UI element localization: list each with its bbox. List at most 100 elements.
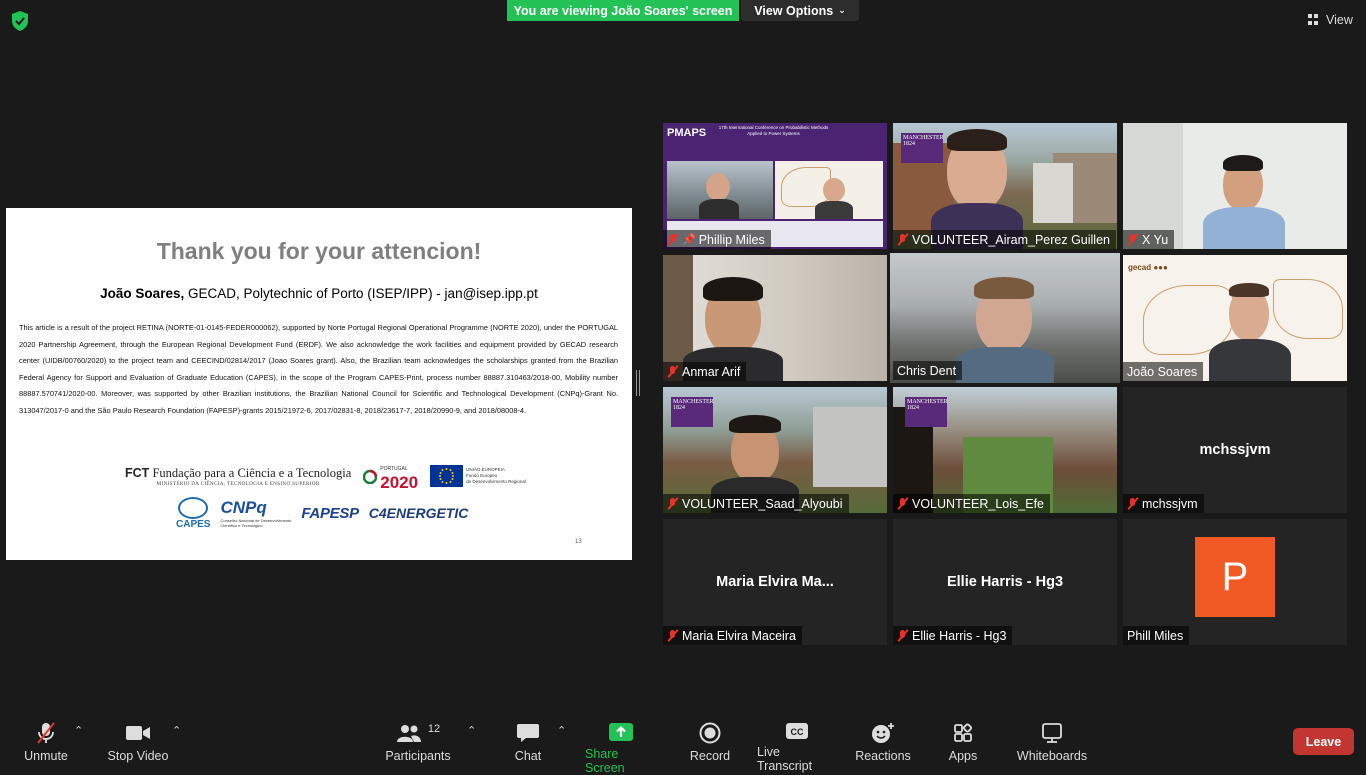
c4energetic-logo: C4ENERGETIC <box>368 505 469 521</box>
video-tile-lois-efe[interactable]: MANCHESTER 1824 VOLUNTEER_Lois_Efe <box>893 387 1117 513</box>
video-tile-ellie-harris[interactable]: Ellie Harris - Hg3 Ellie Harris - Hg3 <box>893 519 1117 645</box>
cnpq-label: CNPq <box>220 498 267 517</box>
participant-nametag: Phill Miles <box>1123 626 1190 645</box>
participants-icon <box>396 725 421 742</box>
whiteboard-icon <box>1041 722 1063 744</box>
pt2020-label: 2020 <box>380 473 419 492</box>
eu-flag-icon <box>430 465 464 487</box>
participant-name: Phill Miles <box>1127 628 1184 643</box>
apps-button[interactable]: Apps <box>943 712 983 768</box>
participant-name: Ellie Harris - Hg3 <box>912 628 1007 643</box>
video-tile-phill-miles[interactable]: P Phill Miles <box>1123 519 1347 645</box>
slide-page-number: 13 <box>575 539 582 545</box>
video-tile-anmar-arif[interactable]: Anmar Arif <box>663 255 887 381</box>
participant-name: Maria Elvira Maceira <box>682 628 796 643</box>
participant-display-name: Maria Elvira Ma... <box>716 574 834 590</box>
participant-display-name: Ellie Harris - Hg3 <box>946 574 1064 590</box>
slide-title: Thank you for your attencion! <box>156 238 482 264</box>
participant-nametag: X Yu <box>1123 230 1175 249</box>
video-tile-mchssjvm[interactable]: mchssjvm mchssjvm <box>1123 387 1347 513</box>
view-button[interactable]: View <box>1302 8 1359 32</box>
muted-mic-icon <box>897 497 909 510</box>
pmaps-conference-title: 17th International Conference on Probabi… <box>718 125 829 136</box>
cnpq-logo: CNPq Conselho Nacional de Desenvolviment… <box>220 498 291 528</box>
video-tile-chris-dent[interactable]: Chris Dent <box>890 253 1120 383</box>
manchester-logo: MANCHESTER 1824 <box>905 397 948 427</box>
muted-mic-icon <box>667 233 679 246</box>
participant-nametag: VOLUNTEER_Saad_Alyoubi <box>663 494 849 513</box>
video-options-caret[interactable]: ⌃ <box>172 724 181 737</box>
author-name: João Soares, <box>100 286 185 301</box>
view-label: View <box>1326 13 1353 27</box>
slide-author: João Soares, GECAD, Polytechnic of Porto… <box>6 286 632 301</box>
live-transcript-button[interactable]: CC Live Transcript <box>757 712 837 773</box>
chat-options-caret[interactable]: ⌃ <box>557 724 566 737</box>
participant-nametag: Chris Dent <box>893 361 963 380</box>
stop-video-label: Stop Video <box>107 749 169 763</box>
stop-video-button[interactable]: Stop Video <box>104 712 172 768</box>
participant-name: Anmar Arif <box>682 364 741 379</box>
participant-name: Chris Dent <box>897 363 957 378</box>
leave-button[interactable]: Leave <box>1293 728 1354 755</box>
participant-name: X Yu <box>1142 232 1169 247</box>
unmute-label: Unmute <box>24 749 68 763</box>
participant-nametag: VOLUNTEER_Lois_Efe <box>893 494 1051 513</box>
participant-nametag: João Soares <box>1123 362 1204 381</box>
fct-logo: FCT Fundação para a Ciência e a Tecnolog… <box>125 466 351 487</box>
shared-screen: Thank you for your attencion! João Soare… <box>6 208 632 560</box>
participant-display-name: mchssjvm <box>1199 442 1271 458</box>
participants-label: Participants <box>385 749 451 763</box>
participant-nametag: mchssjvm <box>1123 494 1204 513</box>
capes-logo: CAPES <box>176 496 210 530</box>
slide-acknowledgement: This article is a result of the project … <box>19 323 618 415</box>
chat-button[interactable]: Chat <box>508 712 548 768</box>
fct-abbr: FCT <box>125 465 150 480</box>
participants-button[interactable]: 12 Participants <box>385 712 451 768</box>
participant-nametag: Maria Elvira Maceira <box>663 626 802 645</box>
reaction-smiley-icon <box>871 722 895 744</box>
manchester-logo: MANCHESTER 1824 <box>901 133 944 163</box>
participant-name: VOLUNTEER_Saad_Alyoubi <box>682 496 843 511</box>
video-tile-airam[interactable]: MANCHESTER 1824 VOLUNTEER_Airam_Perez Gu… <box>893 123 1117 249</box>
reactions-label: Reactions <box>855 749 911 763</box>
eu-text-3: de Desenvolvimento Regional <box>466 479 526 484</box>
unmute-button[interactable]: Unmute <box>18 712 74 768</box>
participant-name: Phillip Miles <box>698 232 765 247</box>
video-tile-joao-soares[interactable]: gecad ●●● João Soares <box>1123 255 1347 381</box>
muted-microphone-icon <box>35 722 57 744</box>
live-transcript-label: Live Transcript <box>757 745 813 773</box>
participants-options-caret[interactable]: ⌃ <box>467 724 476 737</box>
participant-name: mchssjvm <box>1142 496 1198 511</box>
apps-label: Apps <box>948 749 978 763</box>
share-screen-label: Share Screen <box>585 747 625 775</box>
audio-options-caret[interactable]: ⌃ <box>74 724 83 737</box>
video-tile-maria-elvira[interactable]: Maria Elvira Ma... Maria Elvira Maceira <box>663 519 887 645</box>
fct-subtitle: MINISTÉRIO DA CIÊNCIA, TECNOLOGIA E ENSI… <box>156 480 320 487</box>
fct-name: Fundação para a Ciência e a Tecnologia <box>149 465 352 480</box>
muted-mic-icon <box>1127 497 1139 510</box>
video-tile-x-yu[interactable]: X Yu <box>1123 123 1347 249</box>
muted-mic-icon <box>667 497 679 510</box>
apps-icon <box>953 722 973 744</box>
video-tile-phillip-miles[interactable]: PMAPS 17th International Conference on P… <box>663 123 887 249</box>
whiteboards-label: Whiteboards <box>1016 749 1088 763</box>
participant-nametag: 📌 Phillip Miles <box>663 230 771 249</box>
participant-nametag: Ellie Harris - Hg3 <box>893 626 1013 645</box>
reactions-button[interactable]: Reactions <box>854 712 912 768</box>
meeting-toolbar: Unmute ⌃ Stop Video ⌃ 12 Participants ⌃ … <box>0 712 1366 775</box>
resize-splitter[interactable] <box>636 370 640 396</box>
muted-mic-icon <box>1127 233 1139 246</box>
share-screen-button[interactable]: Share Screen <box>585 712 657 775</box>
avatar: P <box>1195 537 1275 617</box>
participant-name: VOLUNTEER_Lois_Efe <box>912 496 1045 511</box>
author-affiliation: GECAD, Polytechnic of Porto (ISEP/IPP) -… <box>184 286 538 301</box>
whiteboards-button[interactable]: Whiteboards <box>1014 712 1090 768</box>
view-options-button[interactable]: View Options ⌄ <box>741 0 859 21</box>
funding-logos-row-1: FCT Fundação para a Ciência e a Tecnolog… <box>125 463 555 492</box>
record-button[interactable]: Record <box>688 712 732 768</box>
record-label: Record <box>689 749 731 763</box>
muted-mic-icon <box>897 233 909 246</box>
security-shield-icon[interactable] <box>10 10 30 32</box>
video-tile-saad[interactable]: MANCHESTER 1824 VOLUNTEER_Saad_Alyoubi <box>663 387 887 513</box>
participant-name: João Soares <box>1127 364 1198 379</box>
